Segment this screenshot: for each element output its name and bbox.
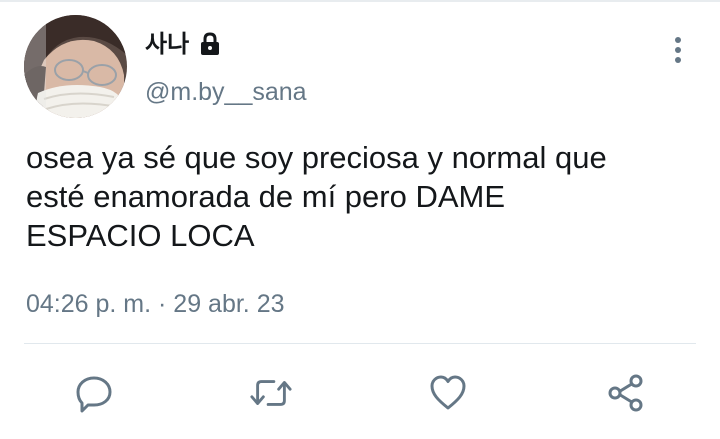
- share-icon: [608, 374, 643, 412]
- more-options-button[interactable]: [664, 30, 692, 70]
- user-handle[interactable]: @m.by__sana: [145, 76, 307, 108]
- reply-bubble-icon: [76, 376, 112, 413]
- heart-icon: [430, 375, 466, 410]
- display-name[interactable]: 사나: [145, 28, 189, 60]
- more-vertical-icon: [675, 37, 681, 63]
- retweet-icon: [250, 380, 292, 406]
- display-name-row: 사나: [145, 28, 223, 60]
- top-border: [0, 0, 720, 2]
- tweet-timestamp[interactable]: 04:26 p. m. · 29 abr. 23: [26, 288, 285, 320]
- avatar[interactable]: [24, 15, 127, 118]
- divider: [24, 343, 696, 344]
- retweet-button[interactable]: [249, 371, 293, 415]
- lock-icon: [197, 31, 223, 57]
- reply-button[interactable]: [72, 371, 116, 415]
- share-button[interactable]: [604, 371, 648, 415]
- tweet-text: osea ya sé que soy preciosa y normal que…: [26, 140, 607, 253]
- like-button[interactable]: [426, 371, 470, 415]
